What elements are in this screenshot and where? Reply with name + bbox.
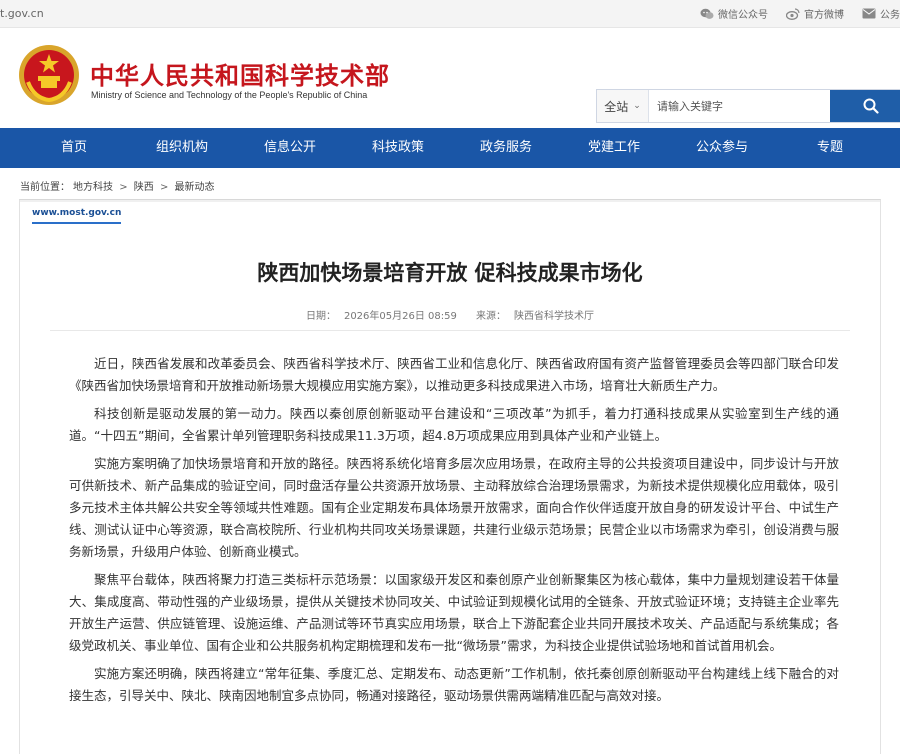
search-button[interactable] (830, 90, 900, 122)
nav-services[interactable]: 政务服务 (452, 128, 560, 168)
breadcrumb: 当前位置： 地方科技 > 陕西 > 最新动态 (20, 178, 218, 193)
nav-policy[interactable]: 科技政策 (344, 128, 452, 168)
weibo-label: 官方微博 (804, 10, 844, 21)
main-nav: 首页 组织机构 信息公开 科技政策 政务服务 党建工作 公众参与 专题 (0, 128, 900, 168)
article-top-border (20, 200, 880, 202)
mail-link[interactable]: 公务 (862, 6, 900, 21)
wechat-icon (700, 8, 714, 19)
site-header: 中华人民共和国科学技术部 Ministry of Science and Tec… (0, 28, 900, 128)
wechat-label: 微信公众号 (718, 10, 768, 21)
breadcrumb-separator: > (159, 182, 169, 193)
wechat-link[interactable]: 微信公众号 (700, 6, 768, 21)
national-emblem-icon[interactable] (18, 44, 80, 106)
breadcrumb-item-news[interactable]: 最新动态 (175, 182, 215, 193)
top-links: 微信公众号 官方微博 公务 (682, 6, 900, 21)
nav-organization[interactable]: 组织机构 (128, 128, 236, 168)
breadcrumb-item-shaanxi[interactable]: 陕西 (134, 182, 154, 193)
divider (50, 330, 850, 331)
nav-topics[interactable]: 专题 (776, 128, 884, 168)
source-label: 来源： (476, 311, 507, 322)
article-paragraph: 实施方案明确了加快场景培育和开放的路径。陕西将系统化培育多层次应用场景，在政府主… (69, 456, 839, 559)
nav-party[interactable]: 党建工作 (560, 128, 668, 168)
breadcrumb-separator: > (119, 182, 128, 193)
article-title: 陕西加快场景培育开放 促科技成果市场化 (257, 261, 643, 285)
article-container: www.most.gov.cn 陕西加快场景培育开放 促科技成果市场化 日期： 2… (19, 199, 881, 754)
date-label: 日期： (305, 311, 336, 322)
site-domain: t.gov.cn (0, 7, 44, 20)
article-paragraph: 实施方案还明确，陕西将建立“常年征集、季度汇总、定期发布、动态更新”工作机制，依… (69, 666, 839, 703)
search-input[interactable] (649, 90, 830, 122)
top-bar: t.gov.cn 微信公众号 官方微博 公务 (0, 0, 900, 28)
article-paragraph: 科技创新是驱动发展的第一动力。陕西以秦创原创新驱动平台建设和“三项改革”为抓手，… (69, 406, 839, 443)
nav-home[interactable]: 首页 (0, 128, 128, 168)
weibo-icon (786, 7, 800, 20)
search-bar: 全站 ⌄ (596, 89, 900, 123)
search-icon (863, 98, 879, 114)
article-meta: 日期： 2026年05月26日 08:59 来源： 陕西省科学技术厅 (20, 307, 880, 322)
article-paragraph: 近日，陕西省发展和改革委员会、陕西省科学技术厅、陕西省工业和信息化厅、陕西省政府… (69, 356, 839, 393)
weibo-link[interactable]: 官方微博 (786, 6, 844, 21)
site-subtitle: Ministry of Science and Technology of th… (91, 90, 368, 100)
article-date: 2026年05月26日 08:59 (343, 311, 457, 322)
article-body: 近日，陕西省发展和改革委员会、陕西省科学技术厅、陕西省工业和信息化厅、陕西省政府… (69, 353, 839, 713)
site-title[interactable]: 中华人民共和国科学技术部 (90, 56, 390, 91)
chevron-down-icon: ⌄ (633, 101, 641, 111)
article-paragraph: 聚焦平台载体，陕西将聚力打造三类标杆示范场景：以国家级开发区和秦创原产业创新聚集… (69, 572, 839, 653)
nav-information[interactable]: 信息公开 (236, 128, 344, 168)
mail-label: 公务 (880, 10, 900, 21)
nav-public[interactable]: 公众参与 (668, 128, 776, 168)
article-watermark: www.most.gov.cn (32, 208, 122, 224)
mail-icon (862, 8, 876, 19)
article-source: 陕西省科学技术厅 (514, 311, 595, 322)
breadcrumb-item-local[interactable]: 地方科技 (73, 182, 113, 193)
search-scope-label: 全站 (604, 99, 629, 114)
breadcrumb-prefix: 当前位置： (20, 182, 70, 193)
search-scope-select[interactable]: 全站 ⌄ (597, 90, 649, 122)
